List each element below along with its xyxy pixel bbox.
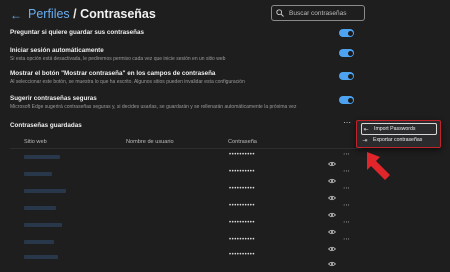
more-options-icon[interactable]: ⋯	[343, 118, 351, 127]
menu-item-label: Import Passwords	[374, 126, 416, 132]
toggle-suggest-strong[interactable]	[339, 96, 354, 104]
search-icon	[276, 9, 284, 17]
search-box[interactable]	[271, 5, 365, 21]
setting-title-reveal-button: Mostrar el botón "Mostrar contraseña" en…	[10, 70, 216, 77]
saved-passwords-heading: Contraseñas guardadas	[10, 122, 82, 129]
import-icon: ⇤	[363, 126, 369, 133]
column-header-user[interactable]: Nombre de usuario	[126, 139, 174, 145]
row-more-icon[interactable]: ⋯	[343, 167, 350, 175]
column-header-site[interactable]: Sitio web	[24, 139, 47, 145]
row-more-icon[interactable]: ⋯	[343, 184, 350, 192]
show-password-icon[interactable]	[328, 239, 336, 252]
toggle-knob	[347, 97, 353, 103]
page-title: Contraseñas	[80, 7, 156, 21]
show-password-icon[interactable]	[328, 254, 336, 267]
row-more-icon[interactable]: ⋯	[343, 150, 350, 158]
export-icon: ⇥	[362, 137, 368, 144]
back-arrow-icon[interactable]: ←	[10, 9, 24, 21]
menu-item-export-passwords[interactable]: ⇥ Exportar contraseñas	[361, 135, 437, 145]
site-name-blurred[interactable]	[24, 206, 56, 210]
show-password-icon[interactable]	[328, 188, 336, 201]
row-divider	[10, 148, 362, 149]
breadcrumb-separator: /	[69, 7, 81, 21]
site-name-blurred[interactable]	[24, 255, 58, 259]
masked-password: ••••••••••	[229, 169, 256, 175]
menu-item-import-passwords[interactable]: ⇤ Import Passwords	[361, 123, 437, 135]
search-input[interactable]	[289, 9, 357, 17]
masked-password: ••••••••••	[229, 237, 256, 243]
menu-item-label: Exportar contraseñas	[373, 137, 423, 143]
site-name-blurred[interactable]	[24, 155, 60, 159]
setting-title-auto-signin: Iniciar sesión automáticamente	[10, 47, 104, 54]
site-name-blurred[interactable]	[24, 240, 54, 244]
setting-desc-suggest-strong: Microsoft Edge sugerirá contraseñas segu…	[10, 104, 297, 110]
show-password-icon[interactable]	[328, 171, 336, 184]
breadcrumb: Perfiles / Contraseñas	[28, 7, 156, 21]
toggle-offer-save[interactable]	[339, 29, 354, 37]
breadcrumb-parent-link[interactable]: Perfiles	[28, 7, 70, 21]
show-password-icon[interactable]	[328, 154, 336, 167]
toggle-knob	[347, 50, 353, 56]
masked-password: ••••••••••	[229, 220, 256, 226]
masked-password: ••••••••••	[229, 152, 256, 158]
toggle-auto-signin[interactable]	[339, 49, 354, 57]
masked-password: ••••••••••	[229, 252, 256, 258]
site-name-blurred[interactable]	[24, 172, 52, 176]
toggle-reveal-button[interactable]	[339, 72, 354, 80]
more-options-menu: ⇤ Import Passwords ⇥ Exportar contraseña…	[356, 120, 441, 148]
column-header-password[interactable]: Contraseña	[228, 139, 257, 145]
show-password-icon[interactable]	[328, 205, 336, 218]
site-name-blurred[interactable]	[24, 189, 66, 193]
masked-password: ••••••••••	[229, 203, 256, 209]
site-name-blurred[interactable]	[24, 223, 62, 227]
setting-title-offer-save: Preguntar si quiere guardar sus contrase…	[10, 29, 145, 36]
show-password-icon[interactable]	[328, 222, 336, 235]
setting-desc-reveal-button: Al seleccionar este botón, se muestra lo…	[10, 79, 245, 85]
setting-desc-auto-signin: Si esta opción está desactivada, le pedi…	[10, 56, 226, 62]
setting-title-suggest-strong: Sugerir contraseñas seguras	[10, 95, 97, 102]
annotation-arrow-icon	[362, 150, 392, 182]
toggle-knob	[347, 73, 353, 79]
toggle-knob	[347, 30, 353, 36]
row-more-icon[interactable]: ⋯	[343, 201, 350, 209]
masked-password: ••••••••••	[229, 186, 256, 192]
row-more-icon[interactable]: ⋯	[343, 235, 350, 243]
row-more-icon[interactable]: ⋯	[343, 218, 350, 226]
